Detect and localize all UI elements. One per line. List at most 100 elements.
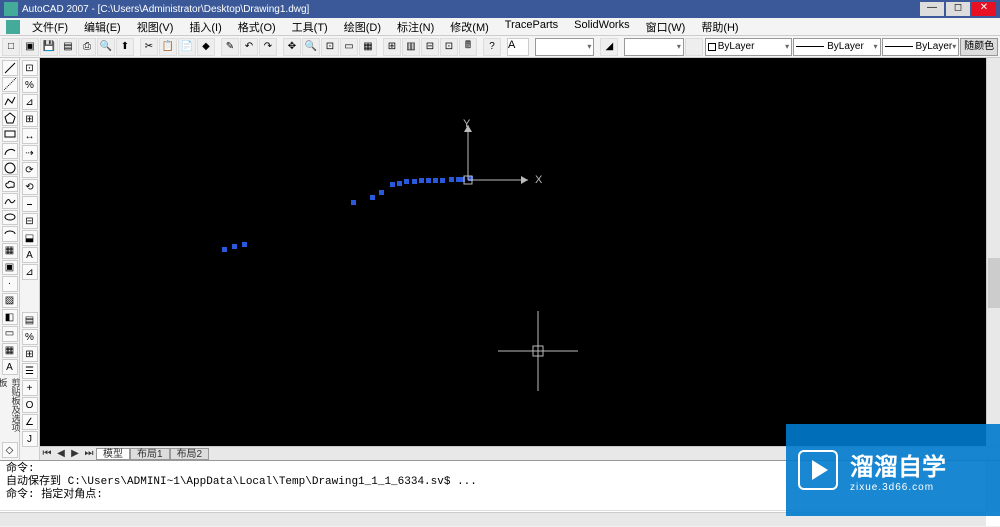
- zoomrt-icon[interactable]: 🔍: [302, 38, 320, 56]
- tab-layout2[interactable]: 布局2: [170, 448, 210, 460]
- mod2-tool[interactable]: %: [22, 77, 38, 93]
- inq6-tool[interactable]: O: [22, 397, 38, 413]
- mod7-tool[interactable]: ⟳: [22, 162, 38, 178]
- mtext-tool[interactable]: A: [2, 359, 18, 375]
- maximize-button[interactable]: ◻: [946, 2, 970, 16]
- selection-grip[interactable]: [390, 182, 395, 187]
- save-icon[interactable]: 💾: [40, 38, 58, 56]
- menu-编辑[interactable]: 编辑(E): [76, 19, 129, 35]
- plot-icon[interactable]: ⎙: [78, 38, 96, 56]
- inq8-tool[interactable]: J: [22, 431, 38, 447]
- polygon-tool[interactable]: [2, 110, 18, 126]
- props-icon[interactable]: ⊞: [383, 38, 401, 56]
- menu-工具[interactable]: 工具(T): [284, 19, 336, 35]
- mod12-tool[interactable]: A: [22, 247, 38, 263]
- mod4-tool[interactable]: ⊞: [22, 111, 38, 127]
- preview-icon[interactable]: 🔍: [97, 38, 115, 56]
- menu-视图[interactable]: 视图(V): [129, 19, 182, 35]
- copy-icon[interactable]: 📋: [159, 38, 177, 56]
- selection-grip[interactable]: [370, 195, 375, 200]
- ellipse-tool[interactable]: [2, 210, 18, 226]
- selection-grip[interactable]: [419, 178, 424, 183]
- arc-tool[interactable]: [2, 143, 18, 159]
- selection-grip[interactable]: [379, 190, 384, 195]
- tab-layout1[interactable]: 布局1: [130, 448, 170, 460]
- menu-绘图[interactable]: 绘图(D): [336, 19, 389, 35]
- close-button[interactable]: ✕: [972, 2, 996, 16]
- sheetset-icon[interactable]: ⊟: [421, 38, 439, 56]
- mod11-tool[interactable]: ⬓: [22, 230, 38, 246]
- zoomprev-icon[interactable]: ▦: [359, 38, 377, 56]
- tab-nav-last[interactable]: ⏭: [82, 448, 96, 460]
- minimize-button[interactable]: —: [920, 2, 944, 16]
- selection-grip[interactable]: [397, 181, 402, 186]
- tab-nav-next[interactable]: ▶: [68, 448, 82, 460]
- tab-nav-first[interactable]: ⏮: [40, 448, 54, 460]
- menu-traceparts[interactable]: TraceParts: [497, 19, 566, 35]
- zoomext-icon[interactable]: ⊡: [321, 38, 339, 56]
- mod3-tool[interactable]: ⊿: [22, 94, 38, 110]
- cut-icon[interactable]: ✂: [140, 38, 158, 56]
- menu-标注[interactable]: 标注(N): [389, 19, 442, 35]
- layer-tool-icon[interactable]: [685, 38, 703, 56]
- selection-grip[interactable]: [449, 177, 454, 182]
- select-tool[interactable]: ◇: [2, 442, 18, 458]
- redo-icon[interactable]: ↷: [259, 38, 277, 56]
- ellipsearc-tool[interactable]: [2, 226, 18, 242]
- menu-帮助[interactable]: 帮助(H): [693, 19, 746, 35]
- point-tool[interactable]: ·: [2, 276, 18, 292]
- canvas-scroll-vertical[interactable]: [986, 58, 1000, 446]
- pline-tool[interactable]: [2, 93, 18, 109]
- inq3-tool[interactable]: ⊞: [22, 346, 38, 362]
- mod10-tool[interactable]: ⊟: [22, 213, 38, 229]
- circle-tool[interactable]: [2, 160, 18, 176]
- inq2-tool[interactable]: %: [22, 329, 38, 345]
- lineweight-dropdown[interactable]: ByLayer▾: [882, 38, 960, 56]
- paint-icon[interactable]: ◢: [600, 38, 618, 56]
- publish-icon[interactable]: ⬆: [116, 38, 134, 56]
- block-tool[interactable]: ▣: [2, 260, 18, 276]
- tab-model[interactable]: 模型: [96, 448, 130, 460]
- new-icon[interactable]: □: [2, 38, 20, 56]
- saveas-icon[interactable]: ▤: [59, 38, 77, 56]
- menu-solidworks[interactable]: SolidWorks: [566, 19, 637, 35]
- color-dropdown[interactable]: ByLayer▾: [705, 38, 792, 56]
- xline-tool[interactable]: [2, 77, 18, 93]
- gradient-tool[interactable]: ◧: [2, 309, 18, 325]
- flyout-a[interactable]: A: [507, 38, 529, 56]
- mod13-tool[interactable]: ⊿: [22, 264, 38, 280]
- inq7-tool[interactable]: ∠: [22, 414, 38, 430]
- calc-icon[interactable]: 🖩: [459, 38, 477, 56]
- inq1-tool[interactable]: ▤: [22, 312, 38, 328]
- layer-color-picker[interactable]: ▾: [535, 38, 595, 56]
- paste-icon[interactable]: 📄: [178, 38, 196, 56]
- mod1-tool[interactable]: ⊡: [22, 60, 38, 76]
- selection-grip[interactable]: [242, 242, 247, 247]
- mod6-tool[interactable]: ⇢: [22, 145, 38, 161]
- selection-grip[interactable]: [426, 178, 431, 183]
- menu-格式[interactable]: 格式(O): [230, 19, 284, 35]
- menu-修改[interactable]: 修改(M): [442, 19, 497, 35]
- insert-tool[interactable]: ▦: [2, 243, 18, 259]
- hatch-tool[interactable]: ▨: [2, 293, 18, 309]
- selection-grip[interactable]: [440, 178, 445, 183]
- region-tool[interactable]: ▭: [2, 326, 18, 342]
- selection-grip[interactable]: [412, 179, 417, 184]
- selection-grip[interactable]: [232, 244, 237, 249]
- mod8-tool[interactable]: ⟲: [22, 179, 38, 195]
- menu-窗口[interactable]: 窗口(W): [638, 19, 694, 35]
- rect-tool[interactable]: [2, 127, 18, 143]
- selection-grip[interactable]: [351, 200, 356, 205]
- selection-grip[interactable]: [456, 177, 461, 182]
- matchprop-icon[interactable]: ◆: [197, 38, 215, 56]
- inq5-tool[interactable]: +: [22, 380, 38, 396]
- spline-tool[interactable]: [2, 193, 18, 209]
- eraser-icon[interactable]: ✎: [221, 38, 239, 56]
- open-icon[interactable]: ▣: [21, 38, 39, 56]
- mod9-tool[interactable]: ⎯: [22, 196, 38, 212]
- linetype-dropdown[interactable]: ByLayer▾: [793, 38, 880, 56]
- mod5-tool[interactable]: ↔: [22, 128, 38, 144]
- toolpal-icon[interactable]: ⊡: [440, 38, 458, 56]
- bycolor-button[interactable]: 随颜色: [960, 38, 998, 56]
- revcloud-tool[interactable]: [2, 176, 18, 192]
